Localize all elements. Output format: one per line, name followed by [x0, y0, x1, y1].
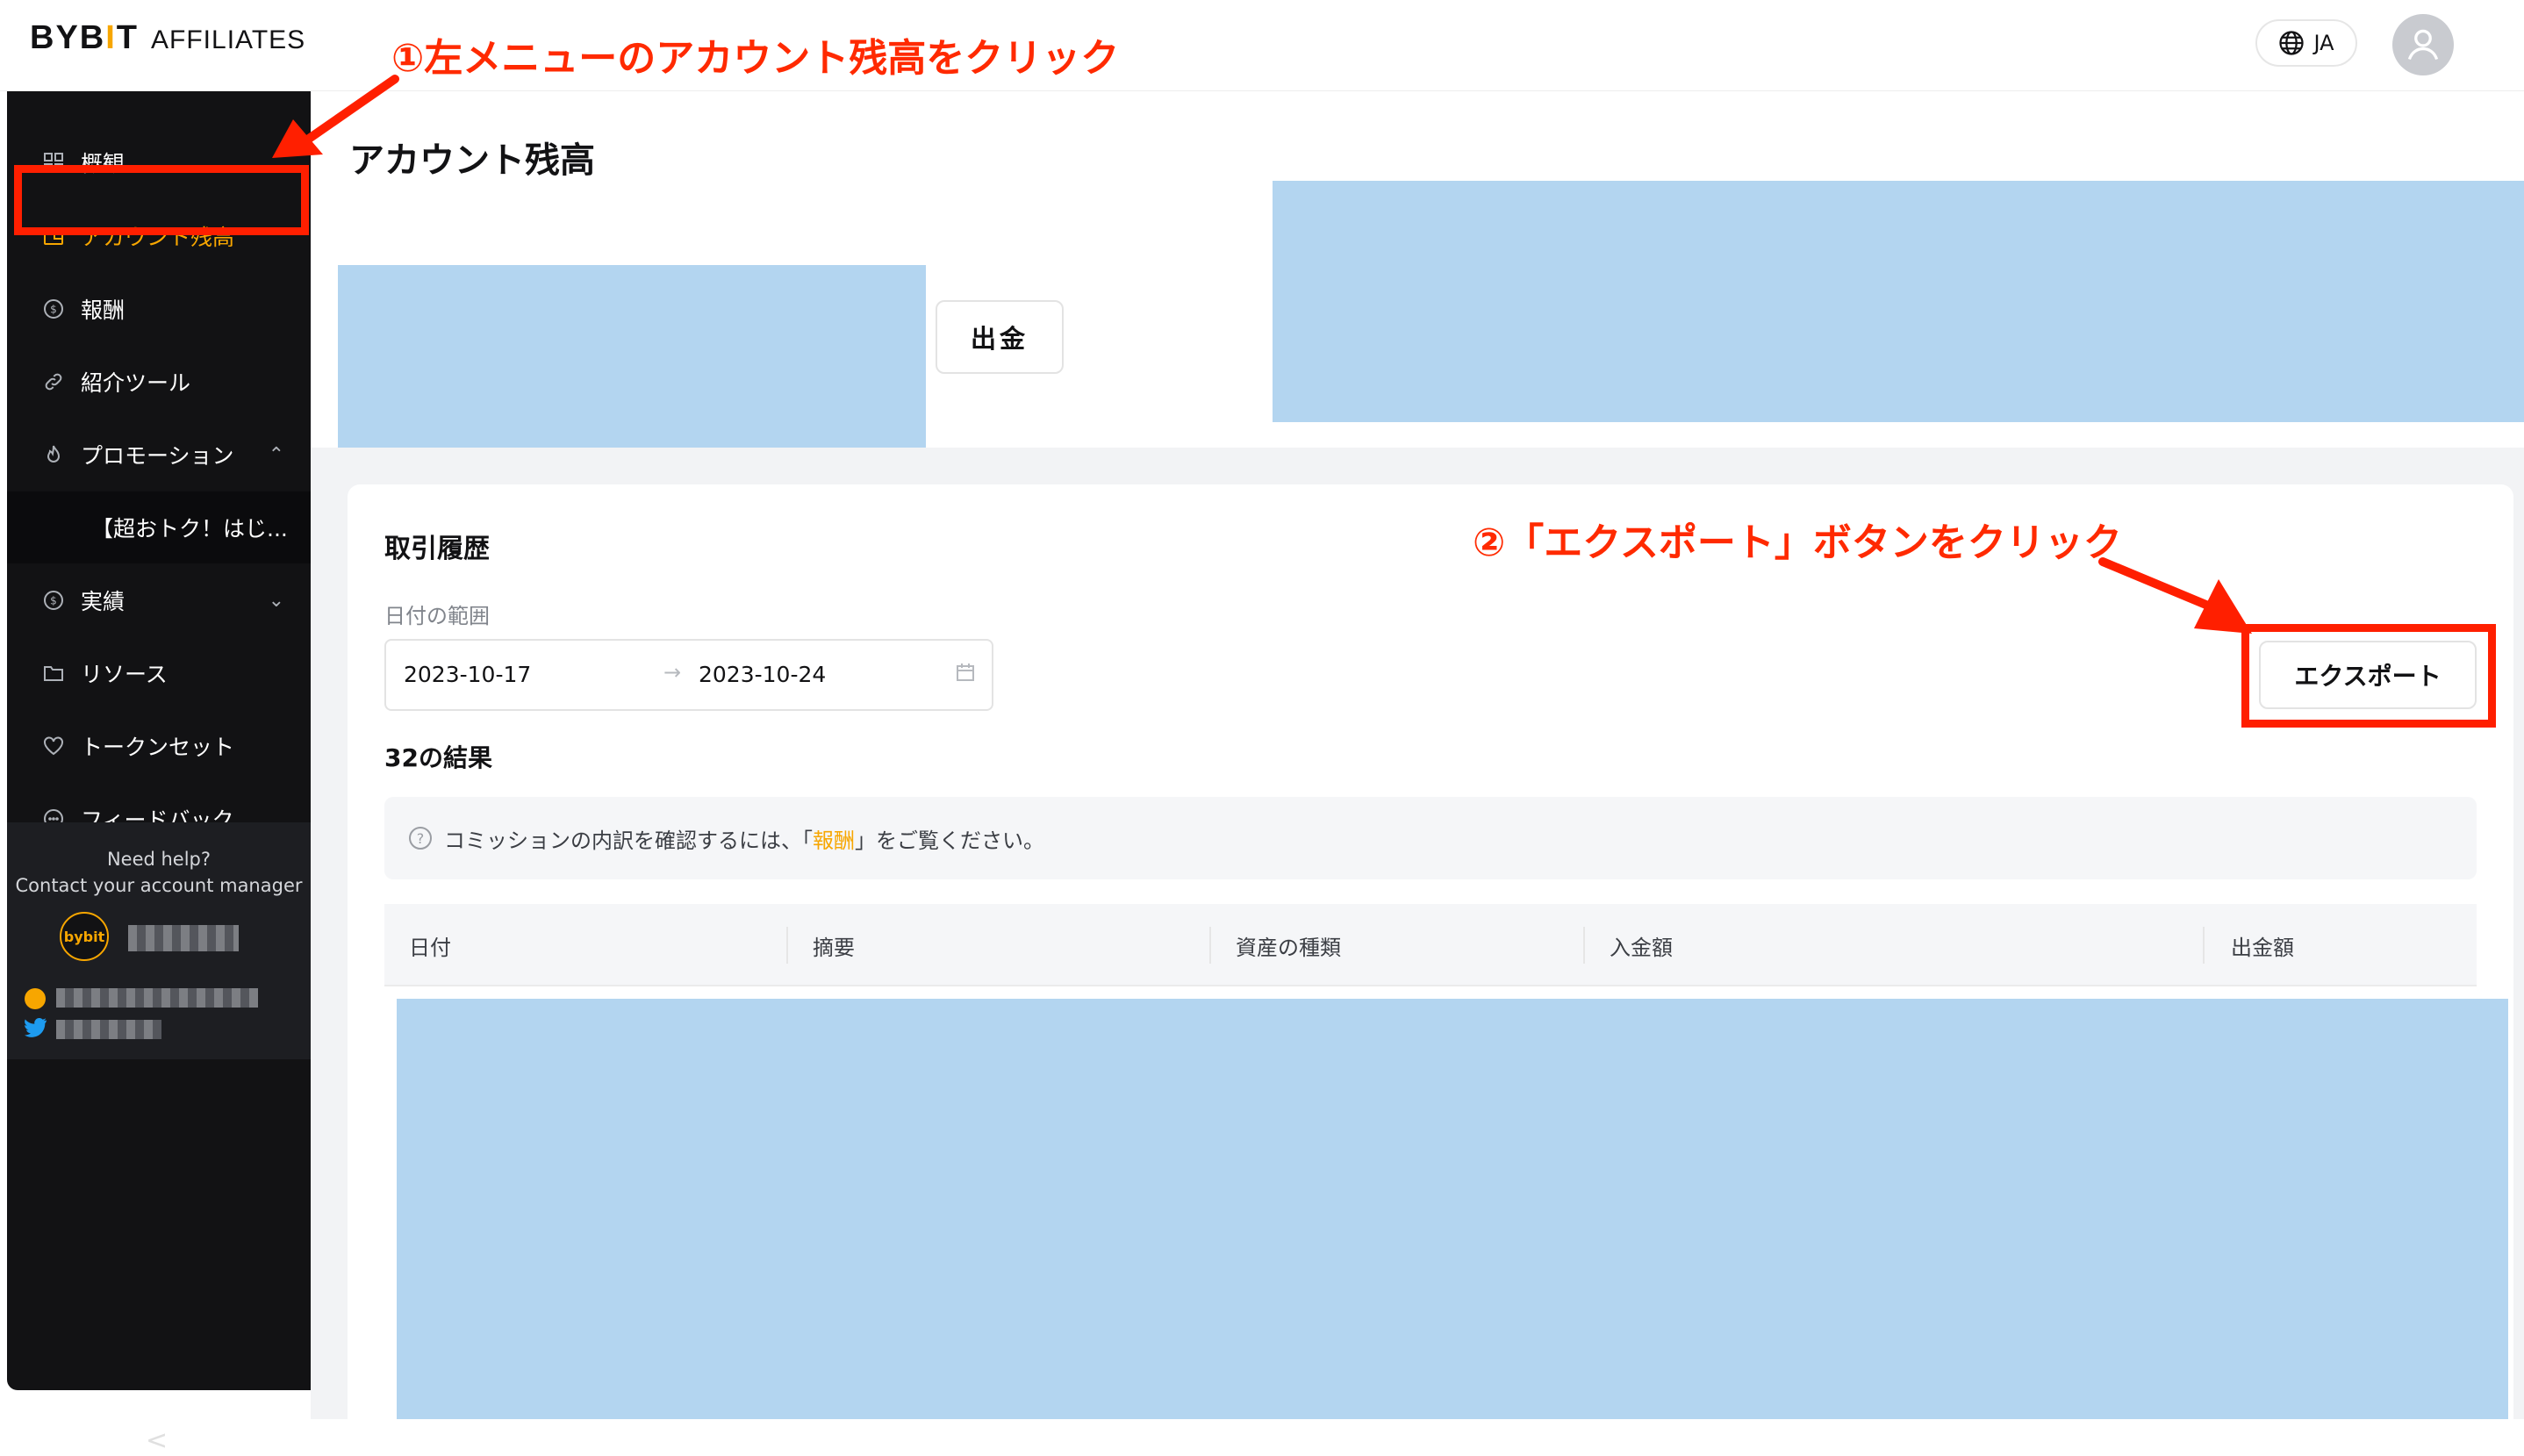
calendar-icon[interactable] [955, 662, 976, 686]
column-asset-type: 資産の種類 [1236, 936, 1341, 960]
sidebar-item-promotion[interactable]: プロモーション ⌃ [7, 419, 311, 491]
account-manager-avatar: bybit [60, 912, 109, 961]
sidebar: 概観 アカウント残高 $ 報酬 紹介ツール プロモーション ⌃ 【超おトク！はじ… [7, 91, 311, 1456]
logo-subtitle: AFFILIATES [151, 25, 306, 54]
redacted-balance [338, 265, 926, 448]
help-subtitle: Contact your account manager [15, 875, 303, 896]
results-count: 32の結果 [384, 743, 492, 772]
sidebar-item-performance[interactable]: $ 実績 ⌄ [7, 564, 311, 636]
arrow-right-icon: → [663, 660, 682, 685]
sidebar-item-rewards[interactable]: $ 報酬 [7, 273, 311, 345]
column-divider [2203, 927, 2205, 964]
chevron-up-icon: ⌃ [268, 443, 284, 466]
folder-icon [42, 662, 65, 685]
column-divider [1583, 927, 1585, 964]
twitter-icon [25, 1018, 47, 1037]
svg-text:$: $ [50, 304, 57, 316]
table-header: 日付 摘要 資産の種類 入金額 出金額 [384, 904, 2477, 986]
rewards-link[interactable]: 報酬 [813, 828, 855, 853]
sidebar-item-label: プロモーション [81, 443, 234, 469]
collapse-sidebar-icon[interactable]: < [146, 1425, 168, 1456]
info-notice: ? コミッションの内訳を確認するには、「報酬」をご覧ください。 [384, 797, 2477, 879]
annotation-highlight-sidebar [14, 165, 309, 235]
redacted-balance-details [1273, 181, 2524, 422]
annotation-step1-text: ①左メニューのアカウント残高をクリック [391, 36, 1120, 81]
notice-text: コミッションの内訳を確認するには、「報酬」をご覧ください。 [444, 828, 1044, 853]
section-title: 取引履歴 [384, 534, 490, 564]
blurred-email [56, 988, 258, 1008]
sidebar-item-token-set[interactable]: トークンセット [7, 710, 311, 782]
user-avatar-icon[interactable] [2392, 14, 2454, 75]
annotation-arrow-1 [272, 75, 399, 158]
annotation-step2-text: ②「エクスポート」ボタンをクリック [1473, 520, 2122, 565]
sidebar-item-label: 実績 [81, 589, 125, 614]
logo-mark: BYBIT [30, 19, 140, 56]
date-range-label: 日付の範囲 [384, 604, 490, 628]
sidebar-item-label: リソース [81, 662, 168, 687]
coin-icon: $ [42, 298, 65, 320]
column-description: 摘要 [813, 936, 855, 960]
column-divider [786, 927, 788, 964]
annotation-arrow-2 [2098, 557, 2252, 634]
blurred-manager-name [128, 925, 239, 951]
coin-icon: $ [42, 589, 65, 612]
question-icon: ? [409, 827, 432, 850]
sidebar-item-label: トークンセット [81, 735, 235, 760]
column-date: 日付 [409, 936, 451, 960]
bybit-affiliates-logo[interactable]: BYBIT AFFILIATES [30, 19, 306, 56]
sidebar-subitem-promotion-campaign[interactable]: 【超おトク！はじ... [7, 491, 311, 563]
blurred-twitter-handle [56, 1020, 161, 1039]
help-title: Need help? [106, 849, 212, 870]
fire-icon [42, 443, 65, 466]
link-icon [42, 370, 65, 393]
sidebar-item-referral-tools[interactable]: 紹介ツール [7, 346, 311, 418]
date-range-picker[interactable]: 2023-10-17 → 2023-10-24 [384, 639, 993, 711]
chevron-down-icon: ⌄ [268, 589, 284, 612]
language-selector[interactable]: JA [2255, 19, 2357, 67]
end-date-input[interactable]: 2023-10-24 [699, 662, 826, 687]
column-divider [1209, 927, 1211, 964]
redacted-table-rows [397, 999, 2508, 1419]
heart-icon [42, 735, 65, 757]
start-date-input[interactable]: 2023-10-17 [404, 662, 531, 687]
globe-icon [2279, 31, 2305, 55]
sidebar-item-label: 報酬 [81, 298, 125, 323]
column-deposit: 入金額 [1610, 936, 1673, 960]
email-icon [25, 988, 46, 1009]
annotation-highlight-export [2241, 624, 2496, 728]
language-code: JA [2313, 31, 2334, 55]
sidebar-item-resources[interactable]: リソース [7, 637, 311, 709]
sidebar-item-label: 紹介ツール [81, 370, 191, 396]
svg-text:$: $ [50, 595, 57, 607]
column-withdrawal: 出金額 [2231, 936, 2294, 960]
withdraw-button[interactable]: 出金 [936, 300, 1064, 374]
